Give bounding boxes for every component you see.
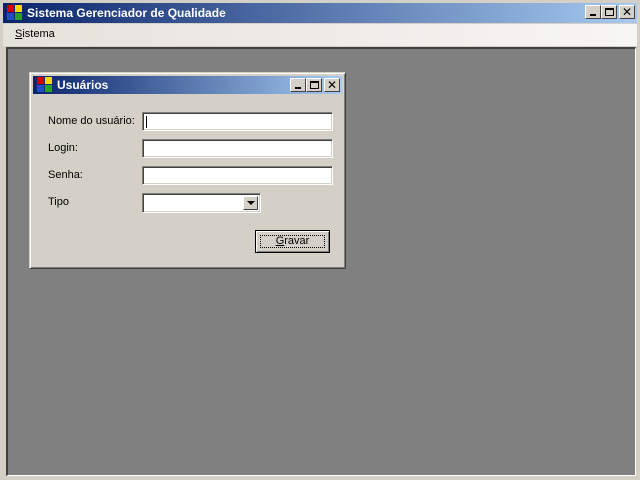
close-icon: ✕: [326, 78, 338, 92]
main-minimize-button[interactable]: [585, 5, 601, 19]
focus-rect: [260, 235, 325, 248]
app-icon[interactable]: [37, 77, 53, 93]
main-maximize-button[interactable]: [601, 5, 617, 19]
login-label: Login:: [48, 142, 78, 154]
child-minimize-button[interactable]: [290, 78, 306, 92]
minimize-icon: [295, 87, 301, 89]
close-icon: ✕: [621, 5, 633, 19]
login-input[interactable]: [142, 139, 333, 158]
main-close-button[interactable]: ✕: [619, 5, 635, 19]
tipo-select[interactable]: [142, 193, 261, 213]
tipo-label: Tipo: [48, 196, 69, 208]
menu-sistema[interactable]: Sistema: [11, 28, 59, 40]
senha-input[interactable]: [142, 166, 333, 185]
maximize-icon: [310, 81, 319, 89]
senha-label: Senha:: [48, 169, 83, 181]
usuarios-caption-buttons: ✕: [290, 78, 340, 92]
menu-sistema-label: istema: [22, 28, 55, 40]
menubar: Sistema: [3, 24, 637, 46]
app-icon[interactable]: [7, 5, 23, 21]
main-caption-buttons: ✕: [585, 5, 635, 19]
usuarios-window: Usuários ✕ Nome do usuário: Login: Senha…: [29, 72, 346, 269]
maximize-icon: [605, 8, 614, 16]
child-maximize-button[interactable]: [306, 78, 322, 92]
main-window: Sistema Gerenciador de Qualidade ✕ Siste…: [0, 0, 640, 480]
main-window-title: Sistema Gerenciador de Qualidade: [27, 6, 226, 20]
gravar-button[interactable]: Gravar: [255, 230, 330, 253]
text-caret: [146, 116, 147, 128]
nome-input[interactable]: [142, 112, 333, 131]
usuarios-titlebar[interactable]: Usuários ✕: [33, 76, 342, 94]
usuarios-window-title: Usuários: [57, 78, 109, 92]
child-close-button[interactable]: ✕: [324, 78, 340, 92]
tipo-dropdown-button[interactable]: [243, 196, 258, 210]
dropdown-arrow-icon: [247, 201, 255, 205]
nome-label: Nome do usuário:: [48, 115, 135, 127]
minimize-icon: [590, 14, 596, 16]
main-titlebar[interactable]: Sistema Gerenciador de Qualidade ✕: [3, 3, 637, 23]
